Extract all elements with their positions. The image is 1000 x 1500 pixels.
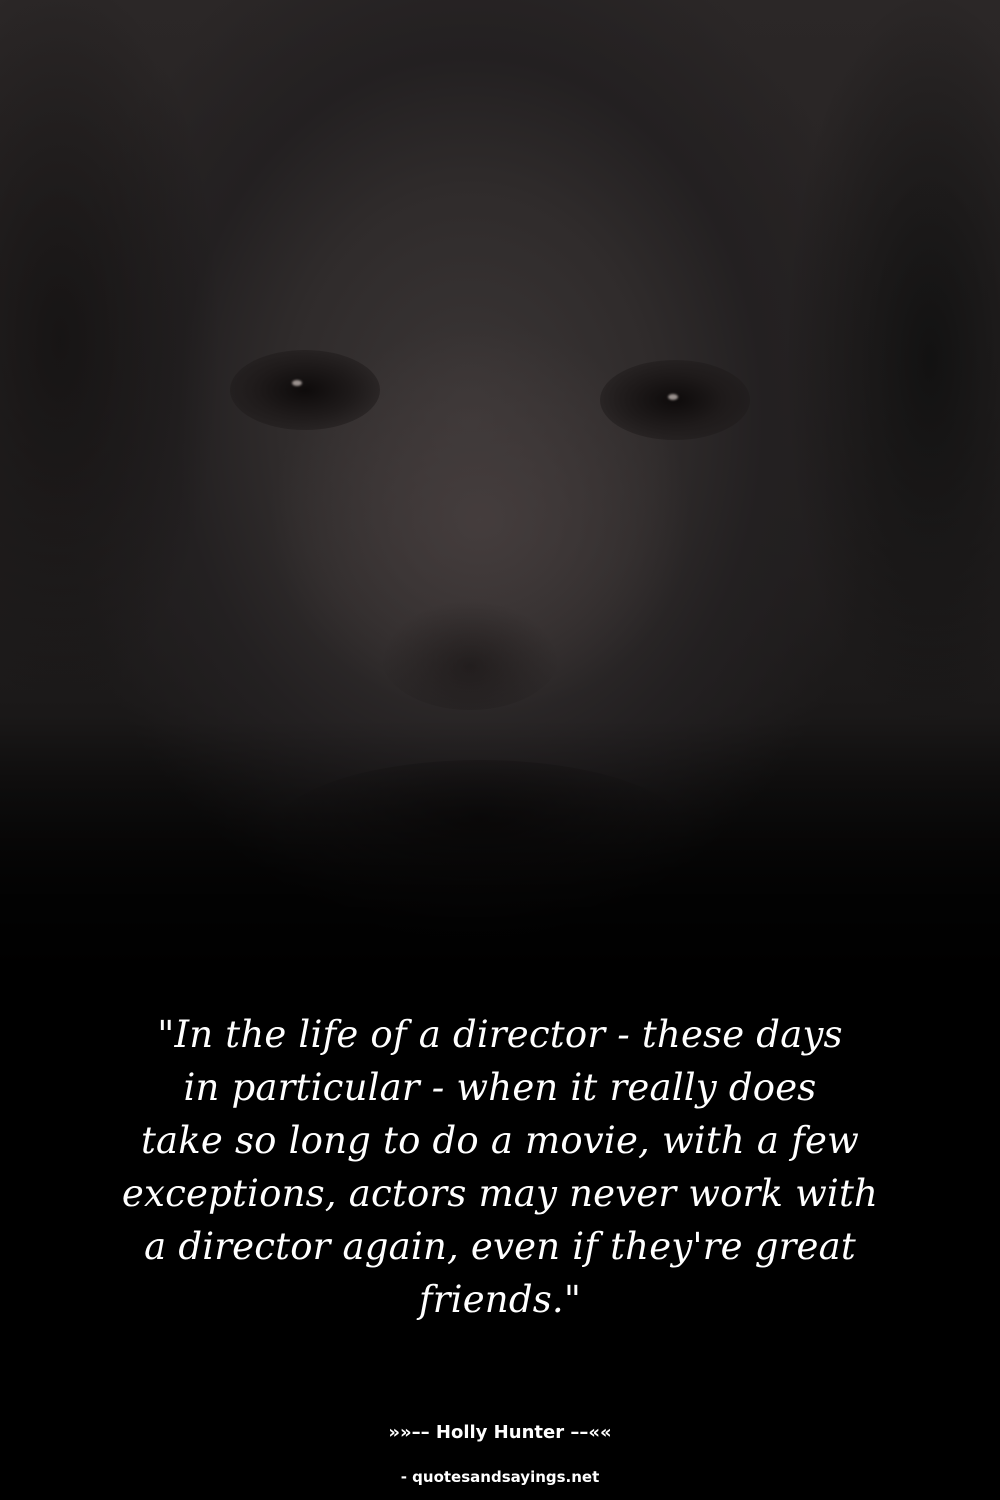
quote-block: "In the life of a director - these days … bbox=[60, 1008, 940, 1326]
quote-line: exceptions, actors may never work with bbox=[121, 1172, 879, 1215]
eye-glint bbox=[668, 394, 678, 400]
quote-card: "In the life of a director - these days … bbox=[0, 0, 1000, 1500]
right-eye bbox=[600, 360, 750, 440]
author-attribution: »»–– Holly Hunter ––«« bbox=[388, 1422, 612, 1443]
left-eye bbox=[230, 350, 380, 430]
quote-line: in particular - when it really does bbox=[183, 1066, 817, 1109]
quote-line: friends." bbox=[418, 1278, 582, 1321]
nose-shadow bbox=[380, 600, 560, 710]
quote-line: take so long to do a movie, with a few bbox=[140, 1119, 860, 1162]
quote-line: "In the life of a director - these days bbox=[157, 1013, 843, 1056]
quote-text: "In the life of a director - these days … bbox=[60, 1008, 940, 1326]
quote-line: a director again, even if they're great bbox=[144, 1225, 856, 1268]
eye-glint bbox=[292, 380, 302, 386]
source-credit: - quotesandsayings.net bbox=[400, 1468, 600, 1486]
bottom-fade bbox=[0, 720, 1000, 1020]
